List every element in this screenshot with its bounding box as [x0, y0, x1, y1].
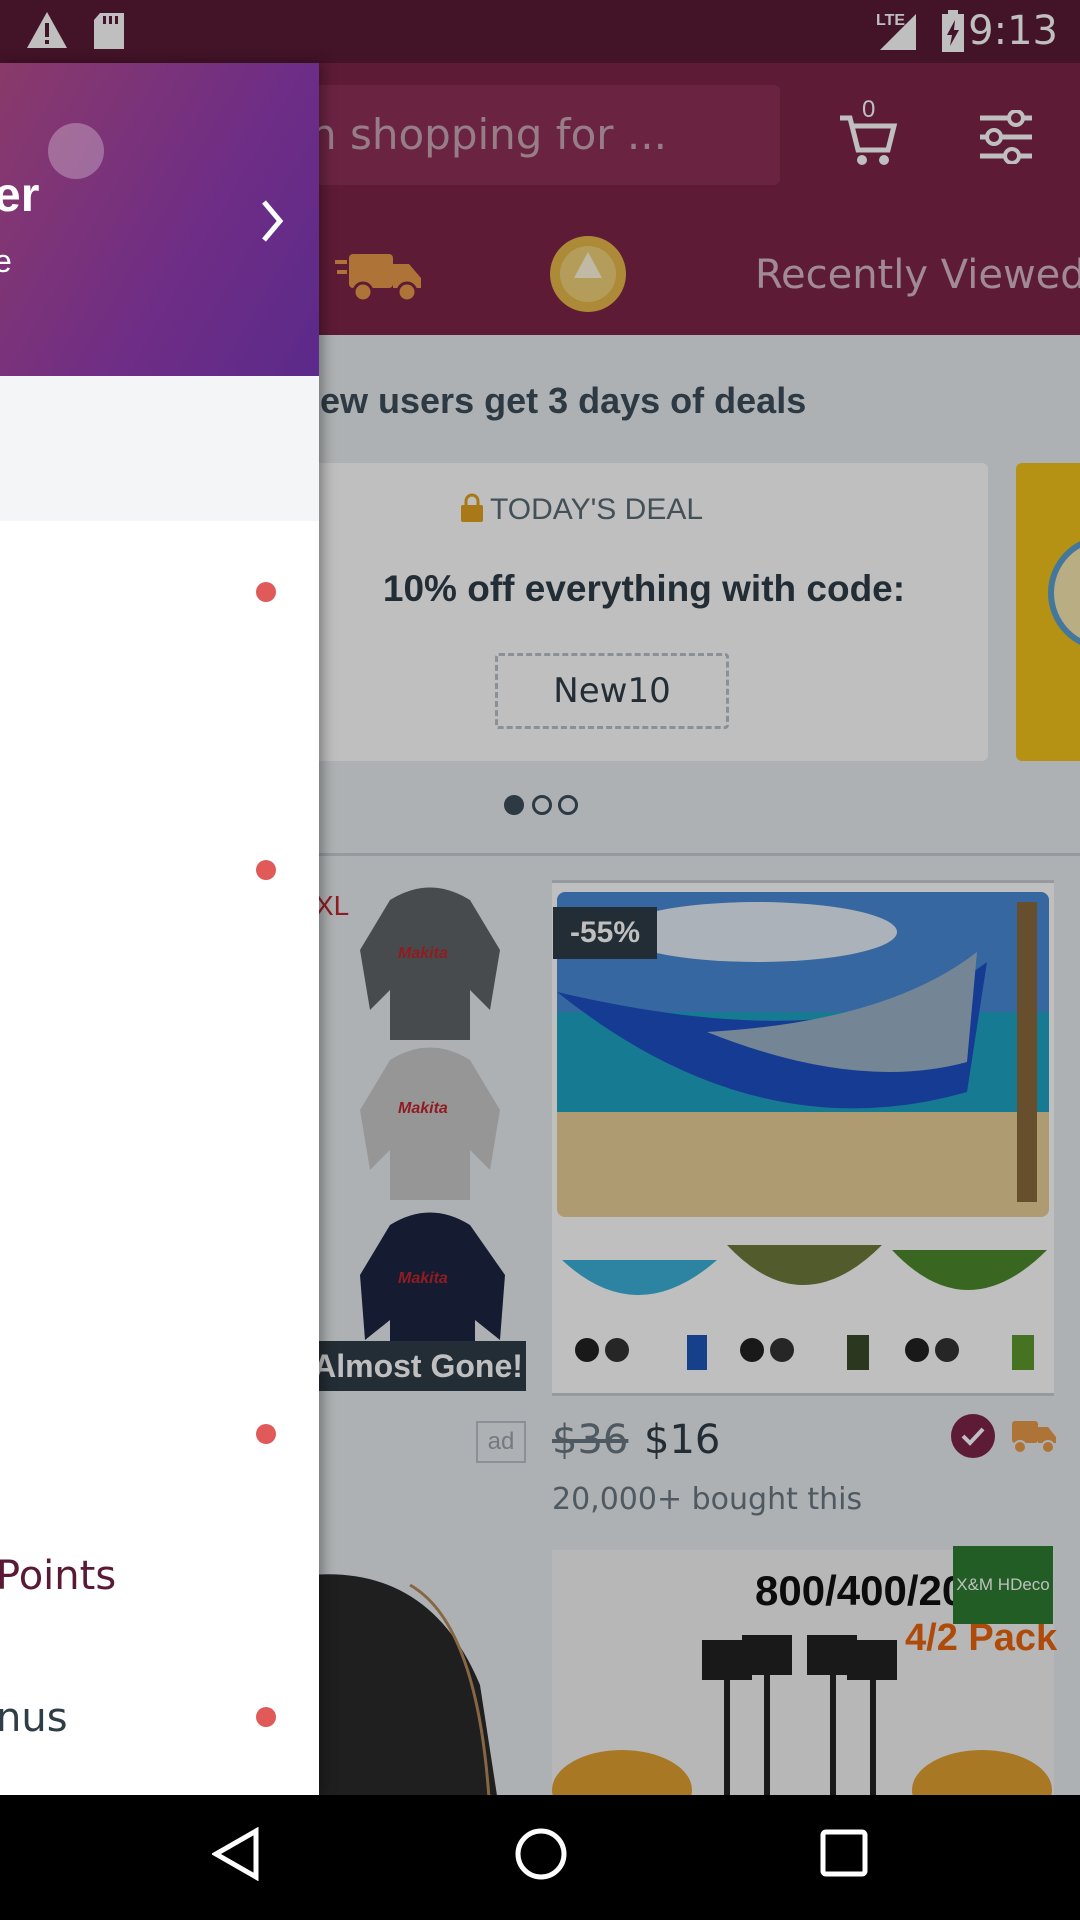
hoodie-brand-text: Makita — [398, 1270, 448, 1287]
deal-card[interactable]: TODAY'S DEAL 10% off everything with cod… — [300, 463, 988, 761]
drawer-section — [0, 376, 319, 521]
rewards-button[interactable] — [548, 234, 628, 314]
notification-dot — [256, 582, 276, 602]
truck-icon — [335, 254, 421, 303]
discount-badge: -55% — [553, 907, 657, 959]
cart-button[interactable]: 0 — [838, 96, 898, 170]
hoodie-brand-text: Makita — [398, 1100, 448, 1117]
search-placeholder: n shopping for ... — [310, 110, 667, 159]
price-sale: $16 — [644, 1417, 721, 1463]
brand-logo: X&M HDeco — [953, 1546, 1053, 1624]
system-nav-bar — [0, 1795, 1080, 1920]
drawer-profile-header[interactable]: er e — [0, 63, 319, 376]
navigation-drawer: er e Points nus — [0, 63, 319, 1795]
notification-dot — [256, 1707, 276, 1727]
divider — [300, 853, 1080, 856]
recents-icon[interactable] — [820, 1829, 868, 1877]
deal-label: TODAY'S DEAL — [490, 493, 704, 526]
verified-badge-icon — [951, 1414, 995, 1458]
filter-button[interactable] — [978, 109, 1034, 165]
avatar — [48, 123, 104, 179]
truck-icon — [1012, 1421, 1056, 1454]
profile-name: er — [0, 169, 40, 222]
cart-count: 0 — [862, 96, 876, 123]
deal-title: 10% off everything with code: — [382, 568, 906, 609]
home-icon[interactable] — [514, 1827, 568, 1881]
search-input[interactable]: n shopping for ... — [300, 85, 780, 185]
status-bar: LTE 9:13 — [0, 0, 1080, 63]
fast-shipping-button[interactable] — [335, 248, 425, 304]
hammock-variants-image — [557, 1230, 1049, 1380]
ad-badge: ad — [476, 1421, 526, 1463]
carousel-dot — [532, 795, 552, 815]
hammock-variants-graphic — [562, 1245, 1047, 1370]
sliders-icon — [980, 109, 1032, 165]
battery-charging-icon — [942, 10, 964, 52]
sold-count: 20,000+ bought this — [552, 1482, 863, 1517]
hat-product-image[interactable] — [310, 1565, 510, 1795]
price-original: $36 — [552, 1417, 629, 1463]
carousel-dot-active — [504, 795, 524, 815]
notification-dot — [256, 860, 276, 880]
carousel-dot — [558, 795, 578, 815]
chevron-right-icon — [262, 200, 284, 242]
solar-lights-title: 800/400/20 — [755, 1567, 966, 1614]
sd-card-icon — [94, 13, 124, 49]
clock-graphic-icon — [1048, 541, 1080, 645]
warning-icon — [27, 12, 67, 48]
coin-icon — [550, 236, 626, 312]
clock: 9:13 — [968, 8, 1058, 54]
back-icon[interactable] — [212, 1827, 260, 1881]
notification-dot — [256, 1424, 276, 1444]
deal-card-next[interactable] — [1016, 463, 1080, 761]
signal-icon — [880, 14, 916, 50]
hoodie-brand-text: Makita — [398, 945, 448, 962]
size-tag: XL — [315, 890, 350, 921]
almost-gone-badge: Almost Gone! — [310, 1341, 526, 1391]
drawer-item-points[interactable]: Points — [0, 1553, 116, 1599]
drawer-item-bonus[interactable]: nus — [0, 1695, 68, 1741]
lock-icon — [461, 493, 483, 522]
tab-recently-viewed[interactable]: Recently Viewed — [755, 252, 1080, 298]
hat-photo — [310, 1574, 497, 1795]
promo-banner-text: ew users get 3 days of deals — [320, 380, 807, 421]
coupon-code[interactable]: New10 — [495, 653, 729, 729]
profile-subtitle: e — [0, 243, 12, 279]
